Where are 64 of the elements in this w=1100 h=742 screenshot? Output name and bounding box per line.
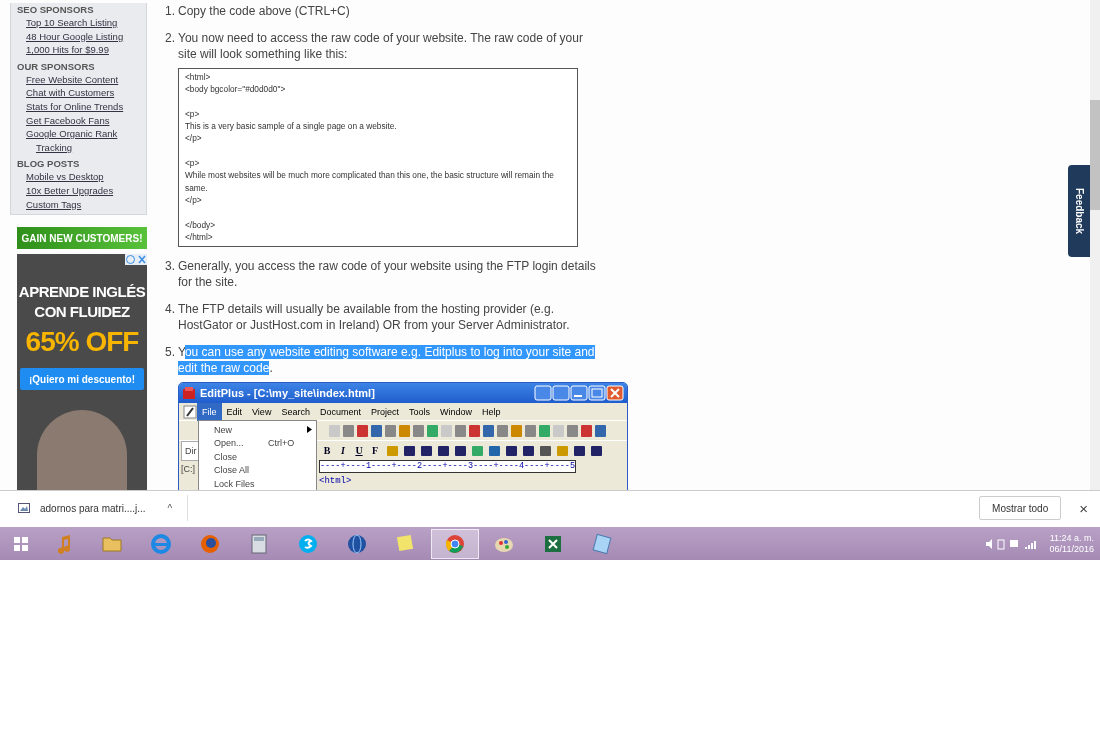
format-button[interactable]: I	[335, 442, 351, 459]
ad-headline: APRENDE INGLÉS	[18, 282, 146, 303]
show-all-button[interactable]: Mostrar todo	[979, 496, 1062, 520]
sidebar-link[interactable]: Free Website Content	[17, 72, 119, 87]
sidebar-link[interactable]: Top 10 Search Listing	[17, 16, 118, 30]
ad-info-close-icon[interactable]	[125, 254, 147, 266]
globe-icon	[346, 532, 368, 555]
menu-option[interactable]: Close All	[199, 463, 316, 478]
sidebar-link[interactable]: Chat with Customers	[17, 86, 115, 100]
download-filename[interactable]: adornos para matri....j...	[40, 502, 146, 514]
clock-time: 11:24 a. m.	[1049, 532, 1094, 544]
taskbar-app-button[interactable]	[431, 528, 479, 559]
menu-item[interactable]: Tools	[403, 402, 435, 421]
ruler: ----+----1----+----2----+----3----+----4----+----5	[319, 460, 577, 474]
image-file-icon	[18, 503, 30, 513]
window-controls-drawing[interactable]	[534, 385, 624, 402]
app-logo-icon	[182, 386, 196, 401]
windows-icon	[13, 535, 29, 552]
menu-item[interactable]: Help	[477, 402, 506, 421]
window-title: EditPlus - [C:\my_site\index.html]	[200, 386, 376, 402]
sidebar-link[interactable]: Google Organic Rank Tracking	[17, 127, 140, 155]
sidebar-link[interactable]: 48 Hour Google Listing	[17, 29, 124, 44]
step-number: 3.	[165, 258, 176, 276]
section-heading: BLOG POSTS	[17, 157, 81, 171]
section-heading: OUR SPONSORS	[17, 59, 96, 73]
format-button[interactable]: B	[319, 442, 335, 459]
code-line: <html>	[319, 475, 353, 489]
ad-offer: 65% OFF	[25, 326, 139, 359]
step-text: You now need to access the raw code of your website. The raw code of your site will look something like this:	[178, 30, 584, 62]
step-text: The FTP details will usually be available from the hosting provider (e.g. HostGator or JustHost.com in Ireland) OR from your Server Administrator.	[178, 301, 571, 334]
sidebar-link[interactable]: Stats for Online Trends	[17, 99, 124, 114]
menu-option[interactable]: Lock Files	[199, 477, 316, 490]
step-number: 1.	[165, 3, 176, 19]
step-number: 5.	[165, 344, 176, 362]
clock-date: 06/11/2016	[1049, 543, 1094, 555]
caret-button[interactable]: ^	[163, 502, 177, 514]
step-text: Generally, you access the raw code of your website using the FTP login details for the site.	[178, 258, 596, 291]
sidebar-link[interactable]: 10x Better Upgrades	[17, 183, 114, 198]
step-text: Copy the code above (CTRL+C)	[178, 3, 351, 19]
step-number: 4.	[165, 301, 176, 319]
menu-option[interactable]: Close	[199, 450, 316, 464]
sidebar-link[interactable]: 1,000 Hits for $9.99	[17, 43, 109, 57]
menu-item[interactable]: Window	[435, 402, 477, 421]
step-number: 2.	[165, 30, 176, 47]
code-sample: <html> <body bgcolor="#d0d0d0"> <p> This is a very basic sample of a single page on a website. </p> <p> While most websites will be much more complicated than this one, the basic structure will remain the same. </p> </body> </html>	[178, 68, 578, 248]
menu-option[interactable]: Open... Ctrl+O	[199, 436, 316, 451]
menu-item[interactable]: Project	[365, 402, 404, 421]
format-button[interactable]: F	[367, 442, 383, 459]
feedback-tab[interactable]: Feedback	[1068, 165, 1090, 257]
scrollbar[interactable]	[1090, 0, 1100, 490]
sidebar-link[interactable]: Custom Tags	[17, 197, 82, 212]
menu-item[interactable]: View	[247, 402, 277, 421]
menu-item[interactable]: Search	[276, 402, 315, 421]
menu-option[interactable]: New	[199, 423, 316, 437]
sidebar-link[interactable]: Mobile vs Desktop	[17, 170, 104, 184]
section-heading: SEO SPONSORS	[17, 3, 95, 16]
format-button[interactable]: U	[351, 442, 367, 459]
menu-item[interactable]: Document	[314, 402, 366, 421]
sidebar-link[interactable]: Get Facebook Fans	[17, 113, 110, 128]
submenu-arrow-icon	[307, 426, 312, 434]
close-button[interactable]: ×	[1073, 498, 1094, 518]
calculator-icon	[248, 532, 270, 555]
menu-item[interactable]: Edit	[221, 402, 248, 421]
ad-headline: CON FLUIDEZ	[34, 302, 130, 323]
